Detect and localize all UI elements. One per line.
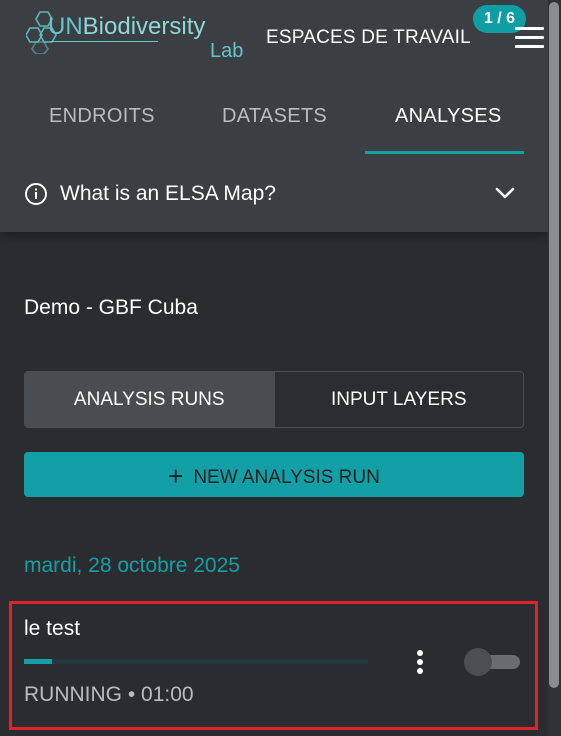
tab-endroits[interactable]: ENDROITS (49, 105, 155, 128)
analysis-runs-toggle[interactable]: ANALYSIS RUNS (25, 372, 275, 427)
run-visibility-toggle[interactable] (464, 648, 520, 676)
input-layers-toggle[interactable]: INPUT LAYERS (274, 372, 523, 427)
new-analysis-run-button[interactable]: + NEW ANALYSIS RUN (24, 452, 524, 497)
logo-main: Biodiversity (82, 13, 206, 40)
run-name: le test (24, 617, 81, 640)
new-analysis-run-label: NEW ANALYSIS RUN (193, 467, 380, 488)
unbiodiversity-lab-logo[interactable]: UNBiodiversity Lab (26, 10, 246, 62)
run-status: RUNNING • 01:00 (24, 683, 194, 706)
analysis-view-toggle: ANALYSIS RUNS INPUT LAYERS (24, 371, 524, 428)
toggle-knob (464, 648, 492, 676)
run-progress-bar (24, 659, 368, 664)
more-options-icon[interactable] (417, 650, 423, 674)
elsa-info-text: What is an ELSA Map? (60, 182, 276, 205)
scrollbar-thumb[interactable] (549, 2, 559, 688)
workspaces-button[interactable]: ESPACES DE TRAVAIL (266, 27, 471, 49)
chevron-down-icon[interactable] (494, 185, 516, 201)
active-tab-indicator (365, 151, 524, 154)
logo-title: UNBiodiversity (48, 13, 205, 41)
analysis-run-card[interactable]: le test RUNNING • 01:00 (9, 601, 538, 730)
app-header: UNBiodiversity Lab ESPACES DE TRAVAIL 1 … (0, 0, 548, 232)
project-title: Demo - GBF Cuba (24, 296, 198, 319)
run-date-header: mardi, 28 octobre 2025 (24, 554, 240, 577)
plus-icon: + (168, 461, 184, 491)
info-icon (25, 183, 47, 205)
logo-underline (50, 41, 158, 42)
logo-sub: Lab (210, 40, 244, 62)
logo-prefix: UN (48, 13, 83, 40)
run-progress-fill (24, 659, 52, 664)
elsa-info-expander[interactable]: What is an ELSA Map? (0, 160, 548, 230)
tab-datasets[interactable]: DATASETS (222, 105, 327, 128)
tab-analyses[interactable]: ANALYSES (395, 105, 502, 128)
hamburger-menu-icon[interactable] (515, 27, 544, 49)
